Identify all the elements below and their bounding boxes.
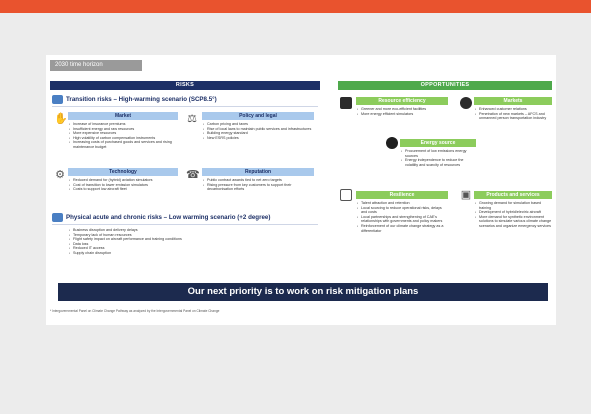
list-item: Reinforcement of our climate change stra… (356, 224, 448, 233)
reputation-box: Reputation Public contract awards tied t… (202, 168, 314, 192)
megaphone-icon: ☎ (186, 169, 200, 181)
resilience-box: Resilience Talent attraction and retenti… (356, 191, 448, 233)
energy-source-title: Energy source (400, 139, 476, 147)
priority-banner: Our next priority is to work on risk mit… (58, 283, 548, 301)
list-item: Increasing costs of purchased goods and … (68, 140, 178, 149)
list-item: Procurement of low emissions energy sour… (400, 149, 476, 158)
products-services-box: Products and services Growing demand for… (474, 191, 552, 229)
list-item: New ESRS policies (202, 136, 314, 141)
leaf-icon (340, 97, 352, 109)
resource-efficiency-title: Resource efficiency (356, 97, 448, 105)
transition-risks-title: Transition risks – High-warming scenario… (66, 96, 217, 103)
list-item: Energy independence to reduce the volati… (400, 158, 476, 167)
policy-title: Policy and legal (202, 112, 314, 120)
transition-icon (52, 95, 63, 104)
resource-efficiency-box: Resource efficiency Greener and more eco… (356, 97, 448, 116)
opportunities-header: OPPORTUNITIES (338, 81, 552, 90)
list-item: Penetration of new markets – AFCS and un… (474, 112, 552, 121)
physical-icon (52, 213, 63, 222)
list-item: Costs to support low aircraft fleet (68, 187, 178, 192)
resilience-title: Resilience (356, 191, 448, 199)
list-item: More demand for synthetic environment so… (474, 215, 552, 229)
time-horizon-label: 2030 time horizon (50, 60, 142, 71)
slide: 2030 time horizon RISKS OPPORTUNITIES Tr… (46, 55, 556, 325)
divider (52, 106, 318, 107)
products-services-title: Products and services (474, 191, 552, 199)
physical-risks-title: Physical acute and chronic risks – Low w… (66, 214, 271, 221)
gears-icon: ⚙ (55, 169, 65, 181)
energy-source-box: Energy source Procurement of low emissio… (400, 139, 476, 167)
physical-risks-list: Business disruption and delivery delays … (68, 226, 308, 256)
globe-icon (460, 97, 472, 109)
policy-box: Policy and legal Carbon pricing and taxe… (202, 112, 314, 140)
footnote: * Intergovernmental Panel on Climate Cha… (50, 309, 220, 313)
lightbulb-icon (386, 137, 398, 149)
list-item: Local sourcing to reduce operational ris… (356, 206, 448, 215)
top-accent-bar (0, 0, 591, 13)
chart-board-icon (340, 189, 352, 201)
list-item: Local partnerships and strengthening of … (356, 215, 448, 224)
gavel-icon: ⚖ (187, 113, 197, 125)
markets-box: Markets Enhanced customer relations Pene… (474, 97, 552, 121)
technology-box: Technology Reduced demand for (hybrid) a… (68, 168, 178, 192)
list-item: Growing demand for simulation based trai… (474, 201, 552, 210)
markets-title: Markets (474, 97, 552, 105)
market-box: Market Increase of insurance premiums In… (68, 112, 178, 150)
list-item: More energy efficient simulators (356, 112, 448, 117)
risks-header: RISKS (50, 81, 320, 90)
divider (52, 224, 318, 225)
list-item: Rising pressure from key customers to su… (202, 183, 314, 192)
reputation-title: Reputation (202, 168, 314, 176)
list-item: Supply chain disruption (68, 251, 308, 256)
technology-title: Technology (68, 168, 178, 176)
box-icon: ▣ (460, 189, 472, 201)
market-title: Market (68, 112, 178, 120)
hand-coins-icon: ✋ (54, 113, 68, 125)
